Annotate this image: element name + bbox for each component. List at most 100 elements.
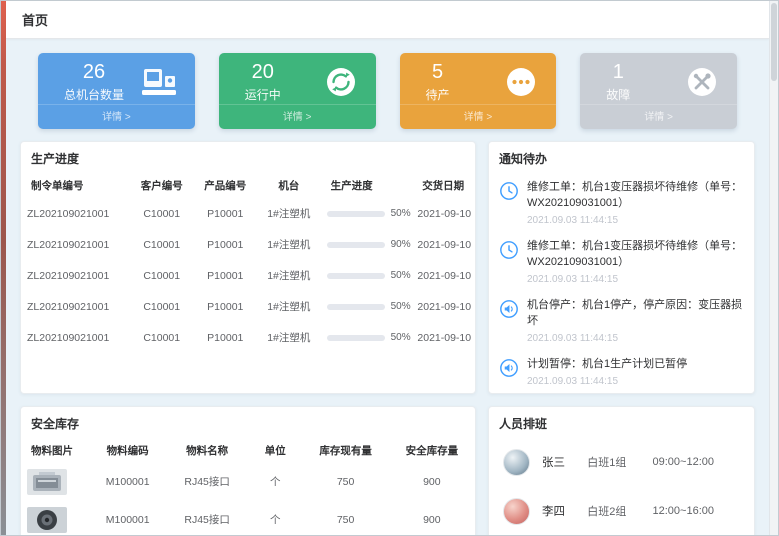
product-cell: P10001 [194,260,258,291]
stat-card-fault[interactable]: 1 故障 [580,53,737,129]
panel-title: 安全库存 [21,407,475,438]
progress-track [327,335,385,341]
panel-title: 生产进度 [21,142,475,173]
customer-cell: C10001 [130,229,194,260]
machine-cell: 1#注塑机 [257,260,321,291]
date-cell: 2021-09-10 [411,322,475,353]
card-top: 5 待产 [400,53,557,104]
table-header-row: 制令单编号 客户编号 产品编号 机台 生产进度 交货日期 [21,173,475,198]
column-header: 物料图片 [21,438,89,463]
column-header: 制令单编号 [21,173,130,198]
stat-card-waiting[interactable]: 5 待产 详情 > [400,53,557,129]
order-cell: ZL202109021001 [21,229,130,260]
column-header: 客户编号 [130,173,194,198]
rj45-connector-photo [27,469,67,495]
stat-card-running[interactable]: 20 运行中 [219,53,376,129]
customer-cell: C10001 [130,260,194,291]
safety-inventory-panel: 安全库存 物料图片 物料编码 物料名称 单位 库存现有量 安全库存量 [20,406,476,535]
notification-text: 计划暂停：机台1生产计划已暂停 [527,357,687,373]
card-meta: 26 总机台数量 [64,60,124,103]
progress-cell: 90% [321,229,412,260]
notification-item[interactable]: 计划暂停：机台1生产计划已暂停 2021.09.03 11:44:15 [489,350,754,393]
progress-cell: 50% [321,198,412,229]
customer-cell: C10001 [130,291,194,322]
panel-grid: 生产进度 制令单编号 客户编号 产品编号 机台 生产进度 交货日期 [20,141,755,535]
notification-body: 计划暂停：机台1生产计划已暂停 2021.09.03 11:44:15 [527,357,687,387]
product-cell: P10001 [194,198,258,229]
stat-label: 故障 [606,86,630,103]
person-shift: 白班2组 [587,503,652,519]
column-header: 生产进度 [321,173,412,198]
table-row[interactable]: M100001 RJ45接口 个 750 900 [21,501,475,535]
person-name: 李四 [542,503,587,519]
column-header: 库存现有量 [302,438,388,463]
notification-item[interactable]: 机台停产：机台1停产，停产原因：变压器损坏 2021.09.03 11:44:1… [489,291,754,350]
photo-cell [21,501,89,535]
table-row[interactable]: ZL202109021001 C10001 P10001 1#注塑机 50% 2… [21,198,475,229]
code-cell: M100001 [89,501,166,535]
date-cell: 2021-09-10 [411,229,475,260]
table-row[interactable]: ZL202109021001 C10001 P10001 1#注塑机 50% 2… [21,322,475,353]
date-cell: 2021-09-10 [411,291,475,322]
progress-track [327,304,385,310]
notification-body: 机台停产：机台1停产，停产原因：变压器损坏 2021.09.03 11:44:1… [527,298,744,344]
machine-cell: 1#注塑机 [257,229,321,260]
waiting-icon [504,65,538,99]
production-table: 制令单编号 客户编号 产品编号 机台 生产进度 交货日期 ZL202109021… [21,173,475,353]
unit-cell: 个 [248,463,302,501]
code-cell: M100001 [89,463,166,501]
product-cell: P10001 [194,229,258,260]
date-cell: 2021-09-10 [411,260,475,291]
card-detail-link[interactable]: 详情 > [38,104,195,129]
table-row[interactable]: ZL202109021001 C10001 P10001 1#注塑机 50% 2… [21,260,475,291]
notification-time: 2021.09.03 11:44:15 [527,215,744,226]
card-detail-link[interactable]: 详情 > [580,104,737,129]
card-meta: 5 待产 [426,60,450,103]
schedule-row[interactable]: 张三 白班1组 09:00~12:00 [489,438,754,487]
notification-text: 维修工单：机台1变压器损坏待维修（单号：WX202109031001） [527,180,744,212]
customer-cell: C10001 [130,198,194,229]
progress-label: 50% [391,270,411,281]
tab-home[interactable]: 首页 [22,10,48,29]
notification-item[interactable]: 维修工单：机台1变压器损坏待维修（单号：WX202109031001） 2021… [489,173,754,232]
progress-label: 50% [391,208,411,219]
progress-cell: 50% [321,260,412,291]
column-header: 安全库存量 [389,438,475,463]
table-row[interactable]: ZL202109021001 C10001 P10001 1#注塑机 90% 2… [21,229,475,260]
inventory-table: 物料图片 物料编码 物料名称 单位 库存现有量 安全库存量 [21,438,475,535]
notification-item[interactable]: 维修工单：机台1变压器损坏待维修（单号：WX202109031001） 2021… [489,232,754,291]
machine-cell: 1#注塑机 [257,291,321,322]
card-top: 26 总机台数量 [38,53,195,104]
stat-value: 5 [426,60,450,84]
clock-icon [499,180,519,226]
progress-cell: 50% [321,291,412,322]
vertical-scrollbar[interactable] [769,1,778,535]
dashboard-content: 26 总机台数量 详情 [6,39,769,535]
name-cell: RJ45接口 [166,501,248,535]
card-detail-link[interactable]: 详情 > [219,104,376,129]
person-time: 09:00~12:00 [653,456,740,468]
stat-value: 26 [64,60,124,84]
safety-cell: 900 [389,463,475,501]
stat-value: 20 [245,60,281,84]
table-row[interactable]: ZL202109021001 C10001 P10001 1#注塑机 50% 2… [21,291,475,322]
card-detail-link[interactable]: 详情 > [400,104,557,129]
notification-text: 机台停产：机台1停产，停产原因：变压器损坏 [527,298,744,330]
table-row[interactable]: M100001 RJ45接口 个 750 900 [21,463,475,501]
column-header: 物料名称 [166,438,248,463]
running-icon [324,65,358,99]
card-meta: 1 故障 [606,60,630,103]
product-cell: P10001 [194,322,258,353]
progress-label: 90% [391,239,411,250]
scrollbar-thumb[interactable] [771,3,777,81]
avatar [503,498,530,525]
stat-label: 待产 [426,86,450,103]
table-header-row: 物料图片 物料编码 物料名称 单位 库存现有量 安全库存量 [21,438,475,463]
stat-card-total-machines[interactable]: 26 总机台数量 详情 [38,53,195,129]
column-header: 交货日期 [411,173,475,198]
production-progress-panel: 生产进度 制令单编号 客户编号 产品编号 机台 生产进度 交货日期 [20,141,476,394]
column-header: 物料编码 [89,438,166,463]
stat-label: 总机台数量 [64,86,124,103]
schedule-row[interactable]: 李四 白班2组 12:00~16:00 [489,487,754,535]
stat-label: 运行中 [245,86,281,103]
